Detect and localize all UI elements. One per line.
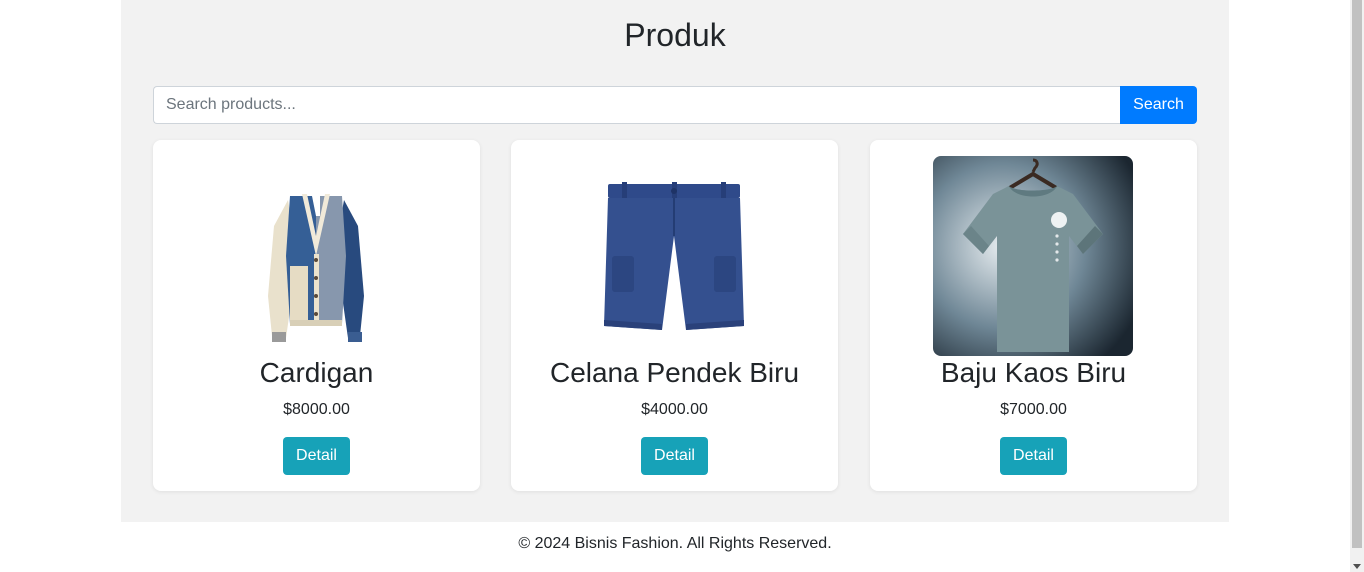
search-bar: Search (153, 86, 1197, 124)
product-card-cardigan: Cardigan $8000.00 Detail (153, 140, 480, 491)
product-price: $7000.00 (1000, 401, 1067, 418)
product-card-baju-kaos-biru: Baju Kaos Biru $7000.00 Detail (870, 140, 1197, 491)
page: Produk Search products... Search Cardiga… (0, 0, 1364, 572)
product-name: Celana Pendek Biru (549, 357, 800, 388)
main-container: Produk Search products... Search Cardiga… (121, 0, 1229, 522)
vertical-scrollbar[interactable] (1350, 0, 1364, 572)
search-input[interactable] (153, 86, 1120, 124)
scrollbar-thumb[interactable] (1352, 0, 1362, 548)
shorts-image (574, 156, 774, 356)
product-price: $8000.00 (283, 401, 350, 418)
detail-button-celana-pendek-biru[interactable]: Detail (641, 437, 708, 475)
product-name: Cardigan (259, 357, 374, 388)
product-card-celana-pendek-biru: Celana Pendek Biru $4000.00 Detail (511, 140, 838, 491)
footer-copyright: © 2024 Bisnis Fashion. All Rights Reserv… (518, 535, 832, 552)
detail-button-baju-kaos-biru[interactable]: Detail (1000, 437, 1067, 475)
page-title: Produk (624, 17, 726, 53)
product-price: $4000.00 (641, 401, 708, 418)
product-name: Baju Kaos Biru (940, 357, 1127, 388)
detail-button-cardigan[interactable]: Detail (283, 437, 350, 475)
scroll-down-arrow-icon[interactable] (1353, 564, 1361, 569)
search-button[interactable]: Search (1120, 86, 1197, 124)
tshirt-image (933, 156, 1133, 356)
cardigan-image (216, 156, 416, 356)
